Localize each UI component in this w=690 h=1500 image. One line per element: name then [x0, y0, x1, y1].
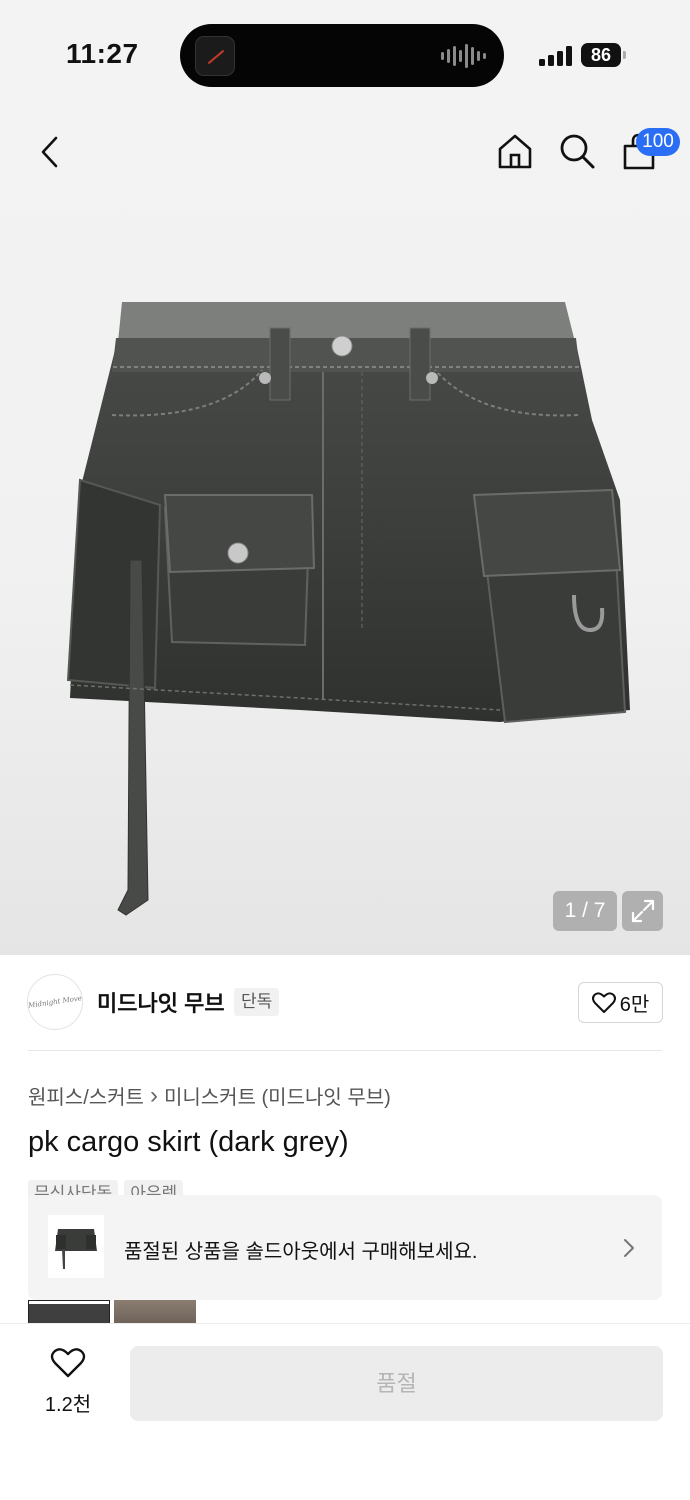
detail-thumbnail[interactable] [114, 1300, 196, 1324]
soldout-button[interactable]: 품절 [130, 1346, 663, 1421]
breadcrumb-subcategory[interactable]: 미니스커트 (미드나잇 무브) [164, 1081, 391, 1110]
cellular-signal-icon [539, 46, 572, 66]
audio-wave-icon [441, 43, 486, 69]
home-icon [498, 134, 532, 169]
home-button[interactable] [494, 130, 536, 172]
status-time: 11:27 [66, 38, 139, 69]
product-title: pk cargo skirt (dark grey) [28, 1126, 349, 1158]
brand-name[interactable]: 미드나잇 무브 [97, 986, 225, 1018]
cart-count-badge: 100 [636, 128, 680, 156]
search-button[interactable] [556, 130, 598, 172]
status-bar: 11:27 86 [0, 0, 690, 110]
live-activity-app-icon [195, 36, 235, 76]
breadcrumb-category[interactable]: 원피스/스커트 [28, 1081, 144, 1110]
back-button[interactable] [30, 132, 70, 172]
brand-like-button[interactable]: 6만 [578, 982, 663, 1023]
product-like-count: 1.2천 [44, 1394, 92, 1416]
search-icon [560, 134, 595, 169]
detail-thumbnails[interactable] [28, 1300, 196, 1324]
expand-button[interactable] [622, 891, 663, 931]
breadcrumb: 원피스/스커트 › 미니스커트 (미드나잇 무브) [28, 1081, 391, 1110]
banner-product-thumbnail [48, 1215, 104, 1278]
image-counter: 1 / 7 [553, 891, 617, 931]
brand-logo[interactable]: Midnight Move [27, 974, 83, 1030]
soldout-banner[interactable]: 품절된 상품을 솔드아웃에서 구매해보세요. [28, 1195, 662, 1300]
heart-icon [50, 1348, 86, 1378]
product-like-button[interactable]: 1.2천 [36, 1347, 100, 1417]
heart-icon [591, 991, 616, 1013]
dynamic-island [180, 24, 504, 87]
back-icon [41, 136, 58, 168]
product-image [66, 302, 630, 916]
brand-like-count: 6만 [619, 994, 650, 1016]
soldout-banner-text: 품절된 상품을 솔드아웃에서 구매해보세요. [124, 1241, 478, 1263]
battery-indicator: 86 [581, 43, 626, 67]
divider [28, 1050, 662, 1051]
exclusive-tag: 단독 [234, 988, 280, 1016]
expand-icon [631, 899, 654, 923]
chevron-right-icon [624, 1239, 634, 1257]
breadcrumb-separator: › [149, 1081, 158, 1109]
detail-thumbnail[interactable] [28, 1300, 110, 1324]
